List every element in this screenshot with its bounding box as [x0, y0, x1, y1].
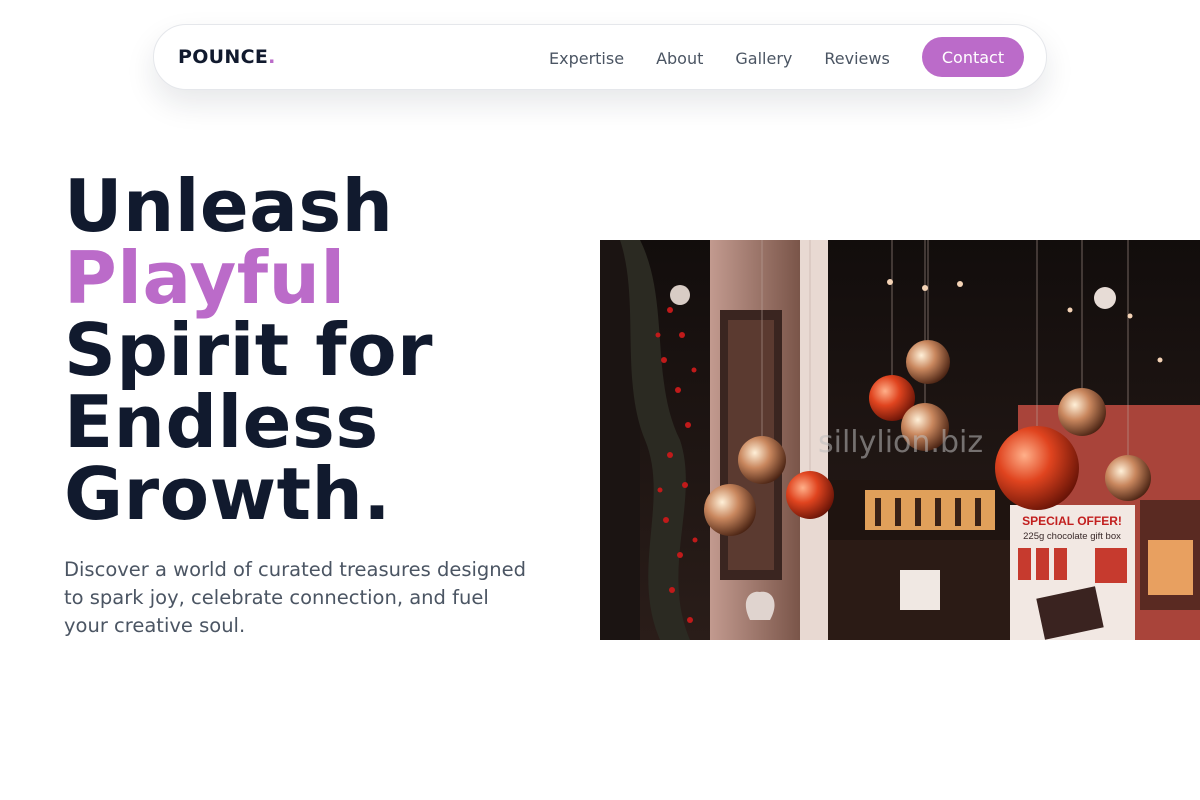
- hero-subtitle: Discover a world of curated treasures de…: [64, 558, 527, 637]
- hero-headline: Unleash Playful Spirit for Endless Growt…: [64, 170, 584, 530]
- headline-line-5: Growth.: [64, 452, 392, 536]
- watermark-text: sillylion.biz: [818, 425, 984, 460]
- navbar: POUNCE. Expertise About Gallery Reviews …: [153, 24, 1047, 90]
- logo-text: POUNCE: [178, 46, 269, 68]
- logo[interactable]: POUNCE.: [178, 46, 276, 68]
- nav-link-reviews[interactable]: Reviews: [824, 49, 889, 68]
- nav-links: Expertise About Gallery Reviews: [549, 25, 890, 91]
- hero-image: SPECIAL OFFER! 225g chocolate gift box s…: [600, 240, 1200, 640]
- headline-line-1: Unleash: [64, 164, 394, 248]
- sign-subtitle: 225g chocolate gift box: [1023, 531, 1121, 542]
- headline-accent: Playful: [64, 236, 346, 320]
- headline-line-4: Endless: [64, 380, 379, 464]
- headline-line-3: Spirit for: [64, 308, 434, 392]
- contact-button[interactable]: Contact: [922, 37, 1024, 77]
- logo-dot: .: [268, 46, 276, 68]
- gold-ornament-icon: [738, 436, 786, 484]
- nav-link-gallery[interactable]: Gallery: [735, 49, 792, 68]
- red-ornament-icon: [786, 471, 834, 519]
- nav-link-about[interactable]: About: [656, 49, 703, 68]
- nav-link-expertise[interactable]: Expertise: [549, 49, 624, 68]
- sign-title: SPECIAL OFFER!: [1022, 514, 1122, 528]
